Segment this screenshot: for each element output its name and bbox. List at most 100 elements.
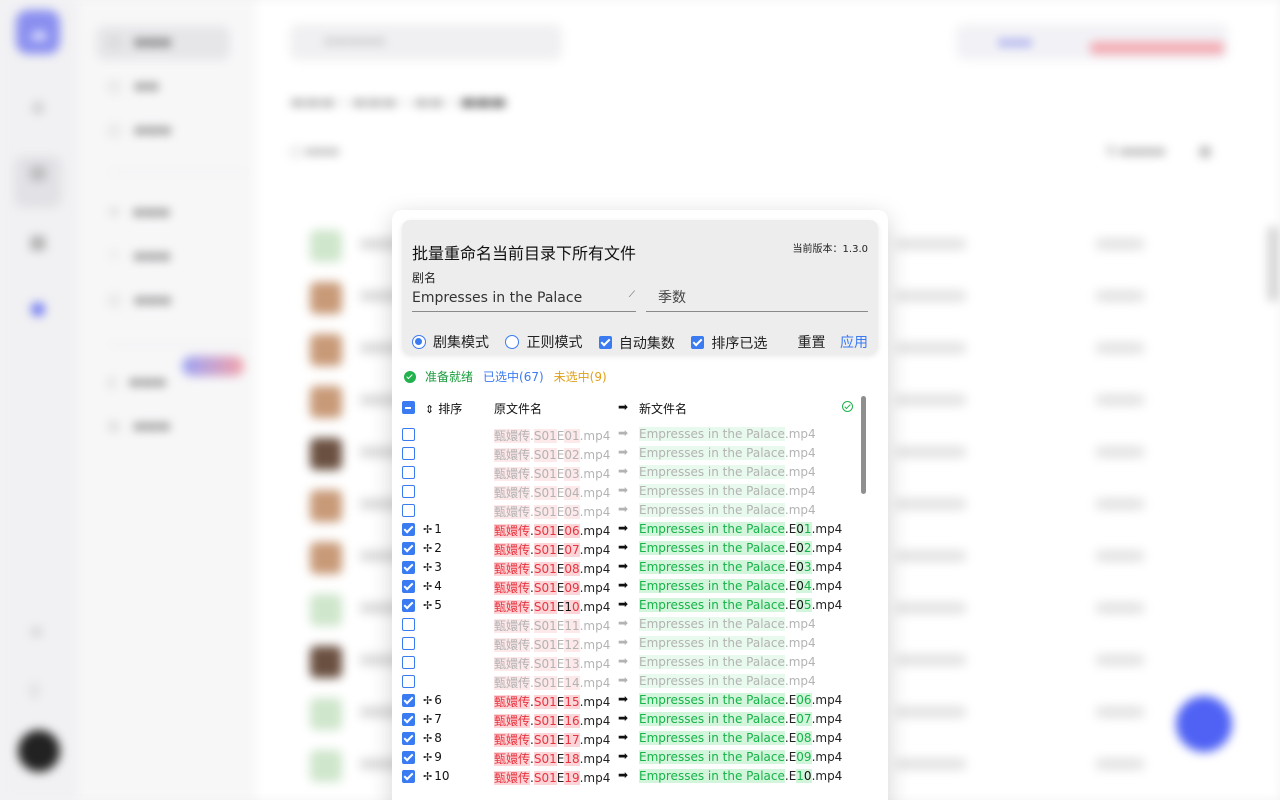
status-selected[interactable]: 已选中(67) — [483, 368, 544, 385]
row-checkbox[interactable] — [402, 656, 415, 669]
table-scrollbar[interactable] — [858, 396, 868, 800]
move-icon[interactable]: ✢ — [423, 770, 432, 783]
row-checkbox[interactable] — [402, 523, 415, 536]
select-all-checkbox[interactable] — [402, 401, 415, 414]
filename-part: 甄嬛传 — [494, 657, 531, 671]
row-checkbox[interactable] — [402, 580, 415, 593]
row-checkbox[interactable] — [402, 770, 415, 783]
move-icon[interactable]: ✢ — [423, 694, 432, 707]
filename-part: 0 — [796, 598, 804, 612]
row-checkbox[interactable] — [402, 504, 415, 517]
row-checkbox[interactable] — [402, 466, 415, 479]
filename-part: 甄嬛传 — [494, 505, 531, 519]
table-row[interactable]: ✢ 7 甄嬛传.S01E16.mp4 ➡ Empresses in the Palace… — [392, 710, 862, 729]
row-checkbox[interactable] — [402, 675, 415, 688]
table-row[interactable]: 甄嬛传.S01E11.mp4 ➡ Empresses in the Palace.m… — [392, 615, 862, 634]
row-checkbox[interactable] — [402, 618, 415, 631]
arrow-right-icon: ➡ — [618, 502, 629, 516]
row-checkbox[interactable] — [402, 542, 415, 555]
move-icon[interactable]: ✢ — [423, 561, 432, 574]
row-order[interactable]: ✢ 8 — [423, 731, 442, 745]
original-filename: 甄嬛传.S01E07.mp4 — [494, 541, 610, 558]
row-checkbox[interactable] — [402, 751, 415, 764]
option-sort-selected[interactable]: 排序已选 — [691, 333, 767, 353]
nav-item-2: ▢ ▬▬ — [108, 79, 159, 94]
table-row[interactable]: ✢ 1 甄嬛传.S01E06.mp4 ➡ Empresses in the Palace… — [392, 520, 862, 539]
sort-column[interactable]: ⇕ 排序 — [425, 400, 462, 417]
row-order[interactable]: ✢ 9 — [423, 750, 442, 764]
reset-button[interactable]: 重置 — [798, 335, 826, 351]
show-name-field[interactable]: Empresses in the Palace ⟋ — [412, 284, 636, 312]
table-row[interactable]: 甄嬛传.S01E02.mp4 ➡ Empresses in the Palace.m… — [392, 444, 862, 463]
move-icon[interactable]: ✢ — [423, 713, 432, 726]
table-row[interactable]: ✢ 8 甄嬛传.S01E17.mp4 ➡ Empresses in the Palace… — [392, 729, 862, 748]
row-order-number: 3 — [434, 560, 442, 574]
move-icon[interactable]: ✢ — [423, 599, 432, 612]
mode-episode[interactable]: 剧集模式 — [412, 332, 489, 352]
arrow-right-icon: ➡ — [618, 616, 629, 630]
filename-part: .mp4 — [579, 657, 611, 671]
move-icon[interactable]: ✢ — [423, 580, 432, 593]
main-scrollbar — [1268, 226, 1278, 302]
filename-part: S01 — [533, 600, 557, 614]
table-row[interactable]: 甄嬛传.S01E04.mp4 ➡ Empresses in the Palace.m… — [392, 482, 862, 501]
select-all: ▢ ▬▬▬ — [290, 144, 340, 158]
resize-handle-icon[interactable]: ⟋ — [629, 281, 635, 309]
arrow-right-icon: ➡ — [618, 673, 629, 687]
table-row[interactable]: ✢ 10 甄嬛传.S01E19.mp4 ➡ Empresses in the Palac… — [392, 767, 862, 786]
move-icon[interactable]: ✢ — [423, 732, 432, 745]
table-row[interactable]: 甄嬛传.S01E01.mp4 ➡ Empresses in the Palace.m… — [392, 425, 862, 444]
row-order[interactable]: ✢ 2 — [423, 541, 442, 555]
table-row[interactable]: 甄嬛传.S01E13.mp4 ➡ Empresses in the Palace.m… — [392, 653, 862, 672]
row-order[interactable]: ✢ 7 — [423, 712, 442, 726]
scrollbar-thumb[interactable] — [861, 396, 866, 494]
checkbox-icon[interactable] — [691, 336, 705, 349]
season-field[interactable]: 季数 — [646, 284, 868, 312]
move-icon[interactable]: ✢ — [423, 542, 432, 555]
option-auto-episode[interactable]: 自动集数 — [598, 333, 675, 353]
search-bar: ▬▬▬▬▬ — [290, 24, 562, 60]
row-order-number: 1 — [434, 522, 442, 536]
row-order[interactable]: ✢ 10 — [423, 769, 450, 783]
row-checkbox[interactable] — [402, 637, 415, 650]
filename-part: 05 — [564, 505, 580, 519]
table-row[interactable]: ✢ 9 甄嬛传.S01E18.mp4 ➡ Empresses in the Palace… — [392, 748, 862, 767]
row-checkbox[interactable] — [402, 713, 415, 726]
row-order[interactable]: ✢ 3 — [423, 560, 442, 574]
row-checkbox[interactable] — [402, 447, 415, 460]
row-checkbox[interactable] — [402, 732, 415, 745]
row-order[interactable]: ✢ 1 — [423, 522, 442, 536]
sort-column-label: 排序 — [438, 402, 463, 416]
mode-regex[interactable]: 正则模式 — [505, 332, 582, 352]
row-checkbox[interactable] — [402, 599, 415, 612]
move-icon[interactable]: ✢ — [423, 751, 432, 764]
apply-button[interactable]: 应用 — [840, 335, 868, 351]
table-row[interactable]: 甄嬛传.S01E05.mp4 ➡ Empresses in the Palace.m… — [392, 501, 862, 520]
row-checkbox[interactable] — [402, 694, 415, 707]
checkbox-icon[interactable] — [598, 336, 612, 349]
table-row[interactable]: 甄嬛传.S01E12.mp4 ➡ Empresses in the Palace.m… — [392, 634, 862, 653]
row-checkbox[interactable] — [402, 561, 415, 574]
row-checkbox[interactable] — [402, 485, 415, 498]
filename-part: 甄嬛传 — [494, 695, 531, 709]
table-row[interactable]: ✢ 5 甄嬛传.S01E10.mp4 ➡ Empresses in the Palace… — [392, 596, 862, 615]
row-order[interactable]: ✢ 4 — [423, 579, 442, 593]
table-row[interactable]: ✢ 3 甄嬛传.S01E08.mp4 ➡ Empresses in the Palace… — [392, 558, 862, 577]
move-icon[interactable]: ✢ — [423, 523, 432, 536]
status-unselected[interactable]: 未选中(9) — [554, 368, 607, 385]
row-order[interactable]: ✢ 6 — [423, 693, 442, 707]
radio-icon[interactable] — [412, 335, 426, 349]
table-row[interactable]: 甄嬛传.S01E03.mp4 ➡ Empresses in the Palace.m… — [392, 463, 862, 482]
table-row[interactable]: 甄嬛传.S01E14.mp4 ➡ Empresses in the Palace.m… — [392, 672, 862, 691]
row-checkbox[interactable] — [402, 428, 415, 441]
filename-part: 甄嬛传 — [494, 448, 531, 462]
original-filename: 甄嬛传.S01E09.mp4 — [494, 579, 610, 596]
radio-icon[interactable] — [505, 335, 520, 349]
filename-part: 11 — [564, 619, 580, 633]
new-filename: Empresses in the Palace.mp4 — [639, 465, 816, 479]
table-row[interactable]: ✢ 6 甄嬛传.S01E15.mp4 ➡ Empresses in the Palace… — [392, 691, 862, 710]
filename-part: 02 — [564, 448, 580, 462]
table-row[interactable]: ✢ 4 甄嬛传.S01E09.mp4 ➡ Empresses in the Palace… — [392, 577, 862, 596]
table-row[interactable]: ✢ 2 甄嬛传.S01E07.mp4 ➡ Empresses in the Palace… — [392, 539, 862, 558]
row-order[interactable]: ✢ 5 — [423, 598, 442, 612]
